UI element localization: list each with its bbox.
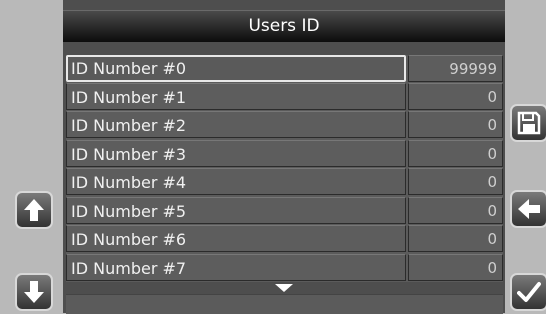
list-item[interactable]: ID Number #0 99999 bbox=[66, 55, 503, 82]
list-item[interactable]: ID Number #5 0 bbox=[66, 197, 503, 224]
left-sidebar bbox=[0, 0, 63, 313]
arrow-left-icon bbox=[517, 198, 541, 220]
id-label: ID Number #3 bbox=[66, 140, 406, 167]
id-value[interactable]: 0 bbox=[408, 197, 503, 224]
list-item[interactable]: ID Number #2 0 bbox=[66, 111, 503, 138]
id-label: ID Number #1 bbox=[66, 83, 406, 110]
footer-strip bbox=[66, 294, 503, 314]
list-item[interactable]: ID Number #3 0 bbox=[66, 140, 503, 167]
scroll-down-button[interactable] bbox=[15, 273, 53, 311]
id-value[interactable]: 0 bbox=[408, 83, 503, 110]
id-label: ID Number #0 bbox=[66, 55, 406, 82]
save-button[interactable] bbox=[510, 104, 546, 142]
id-label: ID Number #4 bbox=[66, 168, 406, 195]
users-id-panel: Users ID ID Number #0 99999 ID Number #1… bbox=[63, 0, 505, 314]
id-label: ID Number #7 bbox=[66, 254, 406, 281]
id-label: ID Number #5 bbox=[66, 197, 406, 224]
id-label: ID Number #6 bbox=[66, 225, 406, 252]
floppy-disk-icon bbox=[517, 111, 541, 135]
id-value[interactable]: 0 bbox=[408, 168, 503, 195]
chevron-down-icon[interactable] bbox=[275, 284, 293, 292]
id-value[interactable]: 0 bbox=[408, 225, 503, 252]
id-value[interactable]: 0 bbox=[408, 254, 503, 281]
id-label: ID Number #2 bbox=[66, 111, 406, 138]
confirm-button[interactable] bbox=[510, 273, 546, 311]
right-sidebar bbox=[505, 0, 546, 313]
checkmark-icon bbox=[517, 281, 541, 303]
back-button[interactable] bbox=[510, 190, 546, 228]
scroll-up-button[interactable] bbox=[15, 191, 53, 229]
list-item[interactable]: ID Number #7 0 bbox=[66, 254, 503, 281]
id-value[interactable]: 0 bbox=[408, 140, 503, 167]
id-list: ID Number #0 99999 ID Number #1 0 ID Num… bbox=[66, 55, 503, 282]
list-item[interactable]: ID Number #1 0 bbox=[66, 83, 503, 110]
id-value[interactable]: 99999 bbox=[408, 55, 503, 82]
list-item[interactable]: ID Number #4 0 bbox=[66, 168, 503, 195]
id-value[interactable]: 0 bbox=[408, 111, 503, 138]
arrow-down-icon bbox=[23, 280, 45, 304]
page-title: Users ID bbox=[63, 10, 505, 42]
arrow-up-icon bbox=[23, 198, 45, 222]
list-item[interactable]: ID Number #6 0 bbox=[66, 225, 503, 252]
